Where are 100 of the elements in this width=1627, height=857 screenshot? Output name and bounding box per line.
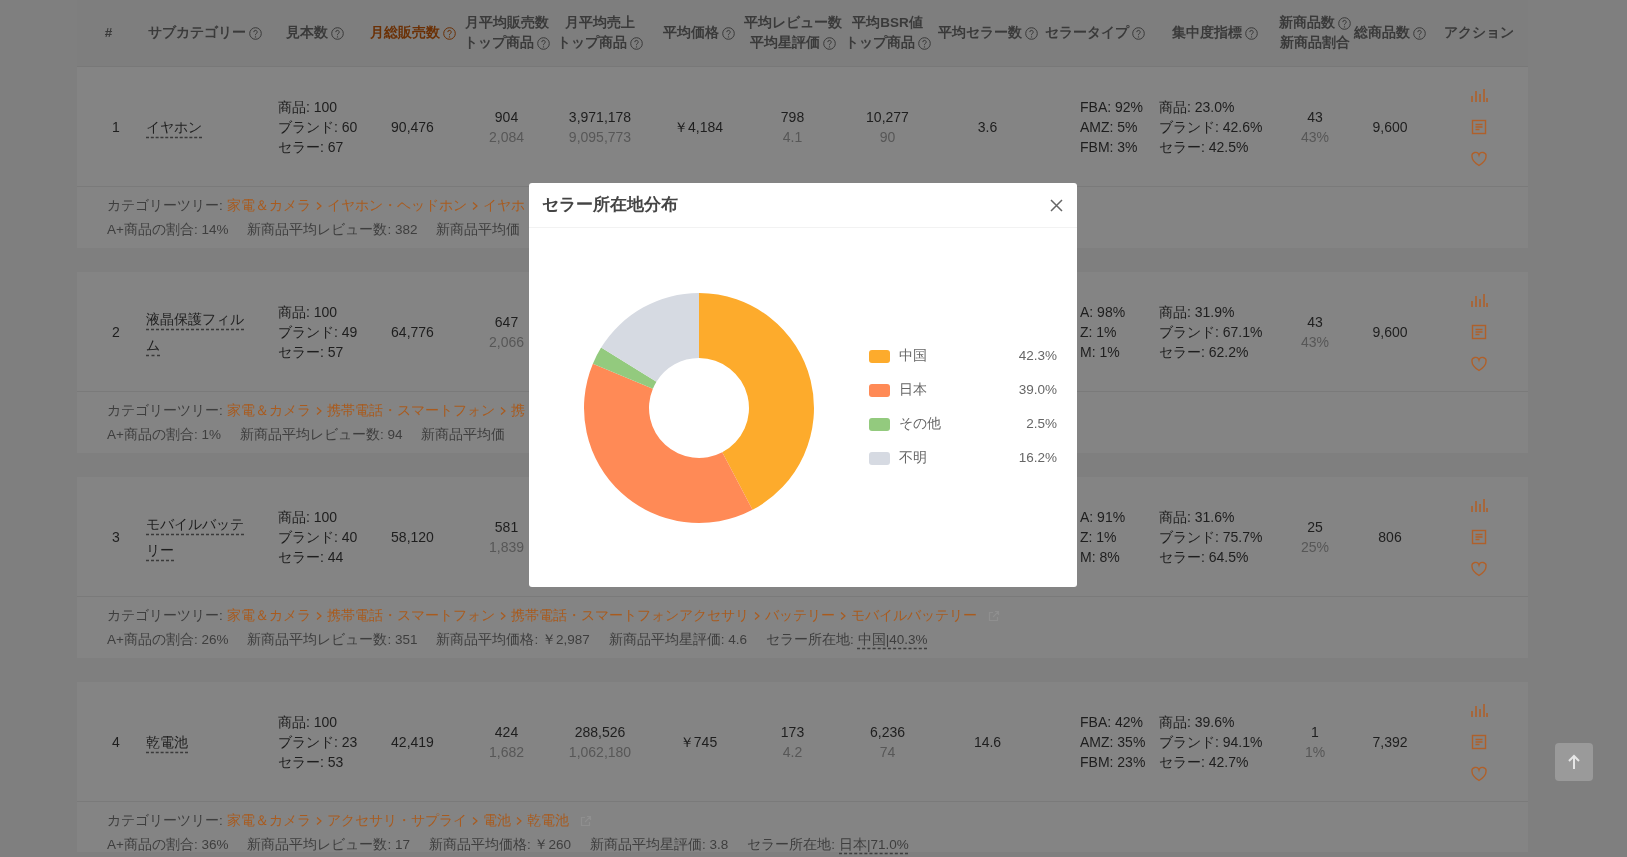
column-header: 新商品数 [1279, 14, 1335, 32]
help-icon[interactable] [1024, 26, 1038, 40]
chevron-icon [314, 201, 323, 211]
document-icon[interactable] [1470, 322, 1488, 341]
category-tree-label: カテゴリーツリー: [107, 197, 223, 215]
sample-count: ブランド: 60 [278, 117, 358, 137]
column-header: セラータイプ [1045, 24, 1129, 42]
document-icon[interactable] [1470, 732, 1488, 751]
seller-type-share: Z: 1% [1080, 322, 1117, 342]
sample-count: ブランド: 40 [278, 527, 358, 547]
chevron-icon [314, 611, 323, 621]
column-header: 見本数 [286, 24, 328, 42]
sample-count: 商品: 100 [278, 507, 338, 527]
stat-text: A+商品の割合: 26% [107, 631, 229, 649]
heart-icon[interactable] [1470, 764, 1488, 783]
help-icon[interactable] [536, 36, 550, 50]
stat-label: セラー所在地: [747, 836, 836, 854]
document-icon[interactable] [1470, 117, 1488, 136]
seller-location-link[interactable]: 日本|71.0% [839, 833, 909, 857]
legend-label: その他 [899, 415, 942, 434]
close-button[interactable] [1048, 196, 1065, 214]
sample-count: セラー: 53 [278, 752, 344, 772]
help-icon[interactable] [1413, 26, 1426, 40]
average-sales: 647 [494, 312, 519, 332]
category-link[interactable]: 家電＆カメラ [226, 194, 311, 218]
subcategory-link[interactable]: 乾電池 [146, 728, 188, 755]
help-icon[interactable] [917, 36, 931, 50]
column-header: サブカテゴリー [148, 24, 246, 42]
category-link[interactable]: イヤホ [482, 194, 525, 218]
stat-text: 新商品平均価 [436, 221, 521, 239]
heart-icon[interactable] [1470, 354, 1488, 373]
category-link[interactable]: 乾電池 [526, 809, 569, 833]
seller-count: 3.6 [977, 117, 998, 137]
chevron-icon [314, 816, 323, 826]
document-icon[interactable] [1470, 527, 1488, 546]
category-tree-label: カテゴリーツリー: [107, 402, 223, 420]
chevron-icon [498, 611, 507, 621]
close-icon [1050, 198, 1063, 212]
column-header: 月平均販売数 [464, 14, 549, 32]
subcategory-link[interactable]: イヤホン [146, 113, 202, 140]
legend-percent: 39.0% [1017, 381, 1057, 400]
help-icon[interactable] [331, 26, 344, 40]
new-product-stat: 43 [1307, 107, 1323, 127]
average-sales: 581 [494, 517, 519, 537]
category-link[interactable]: 携 [510, 399, 525, 423]
chevron-icon [470, 816, 479, 826]
stat-text: 新商品平均価格: ￥260 [428, 836, 571, 854]
seller-type-share: FBA: 92% [1080, 97, 1144, 117]
concentration-stat: ブランド: 75.7% [1159, 527, 1263, 547]
column-header: 平均BSR値 [852, 14, 923, 32]
help-icon[interactable] [721, 26, 735, 40]
subcategory-link[interactable]: 液晶保護フィルム [146, 305, 246, 358]
sample-count: ブランド: 49 [278, 322, 358, 342]
help-icon[interactable] [822, 36, 836, 50]
concentration-stat: 商品: 39.6% [1159, 712, 1235, 732]
category-link[interactable]: 携帯電話・スマートフォン [326, 604, 495, 628]
stat-text: 新商品平均価 [421, 426, 506, 444]
seller-location-link[interactable]: 中国|40.3% [857, 628, 928, 652]
help-icon[interactable] [442, 26, 456, 40]
help-icon[interactable] [1132, 26, 1145, 40]
seller-type-share: AMZ: 35% [1080, 732, 1146, 752]
help-icon[interactable] [1338, 16, 1351, 30]
legend-percent: 16.2% [1017, 449, 1057, 468]
category-link[interactable]: モバイルバッテリー [850, 604, 977, 628]
back-to-top-button[interactable] [1555, 743, 1593, 781]
stat-text: 新商品平均レビュー数: 94 [239, 426, 403, 444]
row-number: 2 [112, 322, 120, 342]
category-link[interactable]: 携帯電話・スマートフォンアクセサリ [510, 604, 749, 628]
column-header: アクション [1444, 24, 1514, 42]
category-link[interactable]: 家電＆カメラ [226, 809, 311, 833]
help-icon[interactable] [630, 36, 643, 50]
review-stat: 173 [780, 722, 805, 742]
category-link[interactable]: アクセサリ・サプライ [326, 809, 467, 833]
row-number: 4 [112, 732, 120, 752]
category-link[interactable]: 家電＆カメラ [226, 604, 311, 628]
heart-icon[interactable] [1470, 149, 1488, 168]
column-header: トップ商品 [463, 34, 534, 52]
column-header: 平均レビュー数 [743, 14, 842, 32]
seller-type-share: FBM: 23% [1080, 752, 1146, 772]
legend-percent: 42.3% [1017, 347, 1057, 366]
category-link[interactable]: 家電＆カメラ [226, 399, 311, 423]
seller-type-share: FBM: 3% [1080, 137, 1138, 157]
heart-icon[interactable] [1470, 559, 1488, 578]
total-products: 7,392 [1372, 732, 1408, 752]
subcategory-link[interactable]: モバイルバッテリー [146, 510, 246, 563]
concentration-stat: ブランド: 94.1% [1159, 732, 1263, 752]
help-icon[interactable] [1245, 26, 1258, 40]
category-link[interactable]: 携帯電話・スマートフォン [326, 399, 495, 423]
dialog-title: セラー所在地分布 [542, 194, 678, 217]
category-link[interactable]: バッテリー [764, 604, 835, 628]
average-revenue: 288,526 [574, 722, 626, 742]
row-number: 3 [112, 527, 120, 547]
new-product-stat: 25 [1307, 517, 1323, 537]
column-header: 平均価格 [662, 24, 719, 42]
category-tree-label: カテゴリーツリー: [107, 607, 223, 625]
column-header[interactable]: 月総販売数 [369, 23, 440, 43]
concentration-stat: セラー: 42.5% [1159, 137, 1249, 157]
help-icon[interactable] [249, 26, 262, 40]
category-link[interactable]: イヤホン・ヘッドホン [326, 194, 467, 218]
category-link[interactable]: 電池 [482, 809, 511, 833]
